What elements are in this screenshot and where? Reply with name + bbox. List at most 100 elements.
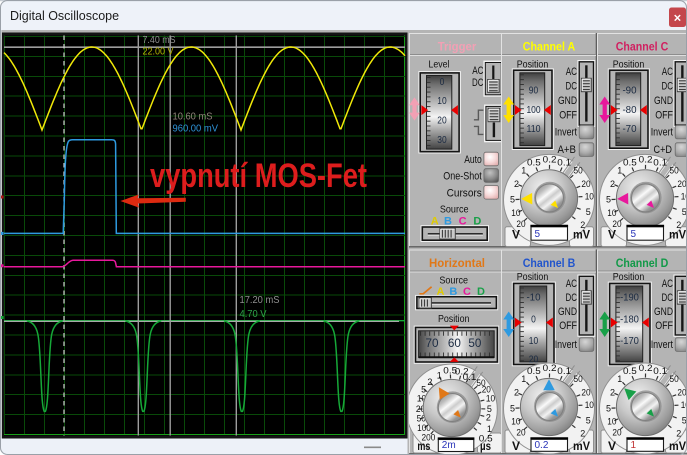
svg-text:5: 5 [606, 195, 611, 205]
svg-text:50: 50 [574, 374, 583, 384]
svg-text:5: 5 [682, 416, 687, 426]
svg-text:20: 20 [677, 388, 686, 398]
svg-text:0.1: 0.1 [653, 366, 667, 376]
svg-text:One-Shot: One-Shot [443, 171, 482, 183]
svg-text:ms: ms [417, 439, 430, 453]
svg-text:-190: -190 [620, 293, 639, 304]
svg-text:0.2: 0.2 [535, 440, 549, 451]
svg-text:7.40 mS: 7.40 mS [143, 35, 176, 46]
svg-text:Trigger: Trigger [438, 40, 477, 54]
svg-text:0.2: 0.2 [543, 154, 557, 164]
svg-text:AC: AC [566, 278, 577, 290]
svg-text:10: 10 [607, 417, 616, 427]
svg-text:0.5: 0.5 [623, 158, 637, 168]
svg-text:5: 5 [682, 207, 687, 217]
svg-text:DC: DC [662, 80, 674, 92]
svg-text:0.2: 0.2 [639, 363, 653, 373]
svg-text:20: 20 [581, 388, 590, 398]
svg-text:DC: DC [566, 292, 578, 304]
svg-text:5: 5 [586, 416, 591, 426]
svg-text:OFF: OFF [655, 109, 673, 121]
svg-text:20: 20 [529, 355, 539, 366]
svg-text:17.20 mS: 17.20 mS [240, 295, 280, 306]
svg-text:V: V [608, 439, 616, 453]
svg-text:0: 0 [531, 315, 536, 326]
svg-text:50: 50 [468, 338, 481, 350]
svg-text:GND: GND [558, 306, 577, 318]
svg-text:20: 20 [516, 427, 525, 437]
svg-text:4.70 V: 4.70 V [240, 309, 267, 320]
svg-text:Horizontal: Horizontal [429, 256, 485, 270]
svg-text:50: 50 [670, 374, 679, 384]
svg-text:DC: DC [472, 77, 484, 89]
svg-text:mV: mV [669, 439, 686, 453]
svg-text:1: 1 [437, 371, 442, 381]
svg-text:90: 90 [529, 85, 539, 96]
svg-text:Position: Position [438, 313, 470, 325]
svg-text:V: V [512, 228, 520, 242]
svg-text:OFF: OFF [559, 320, 577, 332]
svg-text:10: 10 [511, 208, 520, 218]
svg-text:5: 5 [535, 229, 541, 240]
svg-text:5: 5 [631, 229, 637, 240]
svg-text:10: 10 [585, 400, 594, 410]
svg-text:µs: µs [480, 439, 491, 453]
svg-text:-10: -10 [526, 293, 541, 304]
svg-text:Invert: Invert [651, 339, 673, 351]
svg-text:5: 5 [586, 207, 591, 217]
svg-text:10: 10 [511, 417, 520, 427]
svg-text:2m: 2m [442, 440, 456, 451]
svg-text:-90: -90 [622, 85, 637, 96]
svg-text:10: 10 [486, 394, 495, 404]
svg-text:GND: GND [654, 306, 673, 318]
svg-text:-170: -170 [620, 336, 639, 347]
svg-text:V: V [608, 228, 616, 242]
svg-text:Level: Level [429, 58, 450, 70]
svg-text:AC: AC [472, 65, 483, 77]
svg-text:110: 110 [526, 124, 540, 135]
svg-text:20: 20 [437, 116, 447, 127]
svg-text:1: 1 [521, 166, 526, 176]
svg-text:mV: mV [573, 228, 590, 242]
svg-text:OFF: OFF [655, 320, 673, 332]
svg-text:AC: AC [566, 66, 577, 78]
svg-text:mV: mV [669, 228, 686, 242]
svg-text:DC: DC [566, 80, 578, 92]
svg-text:960.00 mV: 960.00 mV [173, 123, 219, 134]
svg-text:5: 5 [510, 403, 515, 413]
svg-text:20: 20 [581, 179, 590, 189]
svg-text:AC: AC [662, 66, 673, 78]
svg-text:0.5: 0.5 [527, 158, 541, 168]
svg-text:Channel D: Channel D [616, 256, 669, 270]
svg-text:10: 10 [529, 336, 539, 347]
svg-text:50: 50 [670, 166, 679, 176]
svg-text:mV: mV [573, 439, 590, 453]
svg-text:0.1: 0.1 [557, 157, 571, 167]
svg-text:0.5: 0.5 [623, 366, 637, 376]
svg-text:30: 30 [437, 135, 447, 146]
svg-text:1: 1 [521, 374, 526, 384]
svg-text:-70: -70 [622, 124, 637, 135]
svg-text:1: 1 [617, 166, 622, 176]
svg-text:OFF: OFF [559, 109, 577, 121]
svg-text:5: 5 [510, 195, 515, 205]
svg-text:10: 10 [585, 191, 594, 201]
svg-text:1: 1 [617, 374, 622, 384]
svg-text:10: 10 [607, 208, 616, 218]
svg-text:Cursors: Cursors [447, 188, 483, 200]
svg-text:Channel C: Channel C [616, 40, 669, 54]
svg-text:DC: DC [662, 292, 674, 304]
svg-text:60: 60 [448, 338, 461, 350]
svg-text:70: 70 [426, 338, 439, 350]
svg-text:20: 20 [612, 427, 621, 437]
svg-text:100: 100 [526, 105, 540, 116]
svg-text:A+B: A+B [558, 144, 577, 156]
svg-text:GND: GND [654, 95, 673, 107]
svg-text:0.1: 0.1 [557, 366, 571, 376]
svg-text:0.2: 0.2 [639, 154, 653, 164]
svg-text:2: 2 [580, 429, 585, 439]
svg-text:Digital Oscilloscope: Digital Oscilloscope [10, 9, 119, 23]
svg-text:0.1: 0.1 [463, 372, 477, 382]
svg-text:0.1: 0.1 [653, 157, 667, 167]
svg-text:0.5: 0.5 [527, 366, 541, 376]
